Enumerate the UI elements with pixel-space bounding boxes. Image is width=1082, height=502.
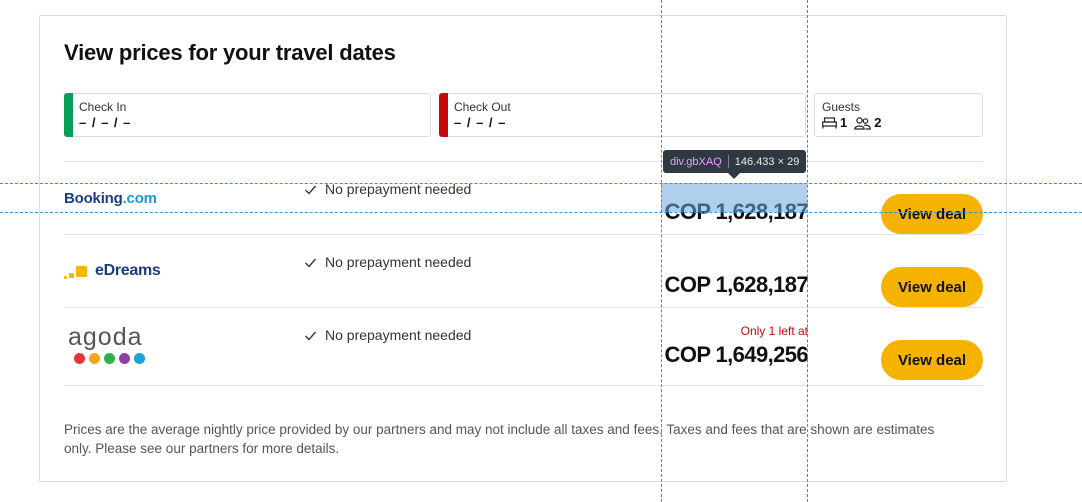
feature-no-prepayment: No prepayment needed xyxy=(304,181,471,197)
agoda-logo: agoda xyxy=(68,322,145,364)
offer-price: COP 1,649,256 xyxy=(664,342,809,367)
view-deal-button[interactable]: View deal xyxy=(881,194,983,234)
feature-text: No prepayment needed xyxy=(325,254,472,270)
edreams-wordmark: eDreams xyxy=(95,262,161,279)
price-comparison-card: View prices for your travel dates Check … xyxy=(39,15,1007,482)
offer-row-agoda[interactable]: agoda No prepayment needed Only 1 left a… xyxy=(64,308,983,380)
page-title: View prices for your travel dates xyxy=(64,40,396,65)
rooms-count: 1 xyxy=(840,115,848,130)
feature-text: No prepayment needed xyxy=(325,327,472,343)
check-out-value: – / – / – xyxy=(454,115,507,130)
inspect-tooltip: div.gbXAQ 146.433 × 29 xyxy=(663,150,807,173)
check-out-label: Check Out xyxy=(454,100,511,114)
check-in-accent xyxy=(64,93,73,137)
agoda-dots-icon xyxy=(74,352,145,364)
provider-logo-edreams: eDreams xyxy=(64,235,161,307)
offer-row-edreams[interactable]: eDreams No prepayment needed COP 1,628,1… xyxy=(64,235,983,307)
guests-value: 1 2 xyxy=(822,114,982,132)
inspect-selector: div.gbXAQ xyxy=(670,155,722,168)
offer-row-booking[interactable]: Booking.com No prepayment needed COP 1,6… xyxy=(64,162,983,234)
check-in-field[interactable]: Check In – / – / – xyxy=(64,93,431,137)
view-deal-button[interactable]: View deal xyxy=(881,340,983,380)
checkmark-icon xyxy=(305,258,317,268)
offer-price: COP 1,628,187 xyxy=(664,199,809,224)
edreams-logo: eDreams xyxy=(64,262,161,280)
bed-icon xyxy=(822,117,837,129)
edreams-mark-icon xyxy=(64,262,91,280)
booking-logo: Booking.com xyxy=(64,189,157,207)
provider-logo-agoda: agoda xyxy=(64,308,145,380)
check-in-value: – / – / – xyxy=(79,115,132,130)
check-out-field[interactable]: Check Out – / – / – xyxy=(439,93,806,137)
feature-no-prepayment: No prepayment needed xyxy=(304,327,471,343)
guests-field[interactable]: Guests 1 2 xyxy=(814,93,983,137)
feature-no-prepayment: No prepayment needed xyxy=(304,254,471,270)
checkmark-icon xyxy=(305,331,317,341)
feature-text: No prepayment needed xyxy=(325,181,472,197)
provider-logo-booking: Booking.com xyxy=(64,162,157,234)
divider xyxy=(64,385,983,386)
agoda-wordmark: agoda xyxy=(68,322,143,351)
scarcity-badge: Only 1 left at xyxy=(740,324,808,338)
check-out-accent xyxy=(439,93,448,137)
guests-label: Guests xyxy=(822,100,861,114)
offer-price: COP 1,628,187 xyxy=(664,272,809,297)
view-deal-button[interactable]: View deal xyxy=(881,267,983,307)
inspect-tooltip-arrow xyxy=(728,173,740,179)
people-icon xyxy=(854,116,872,130)
checkmark-icon xyxy=(305,185,317,195)
price-disclaimer: Prices are the average nightly price pro… xyxy=(64,422,935,456)
inspect-dimensions: 146.433 × 29 xyxy=(734,155,800,168)
check-in-label: Check In xyxy=(79,100,127,114)
tooltip-separator xyxy=(727,155,729,168)
people-count: 2 xyxy=(874,115,882,130)
